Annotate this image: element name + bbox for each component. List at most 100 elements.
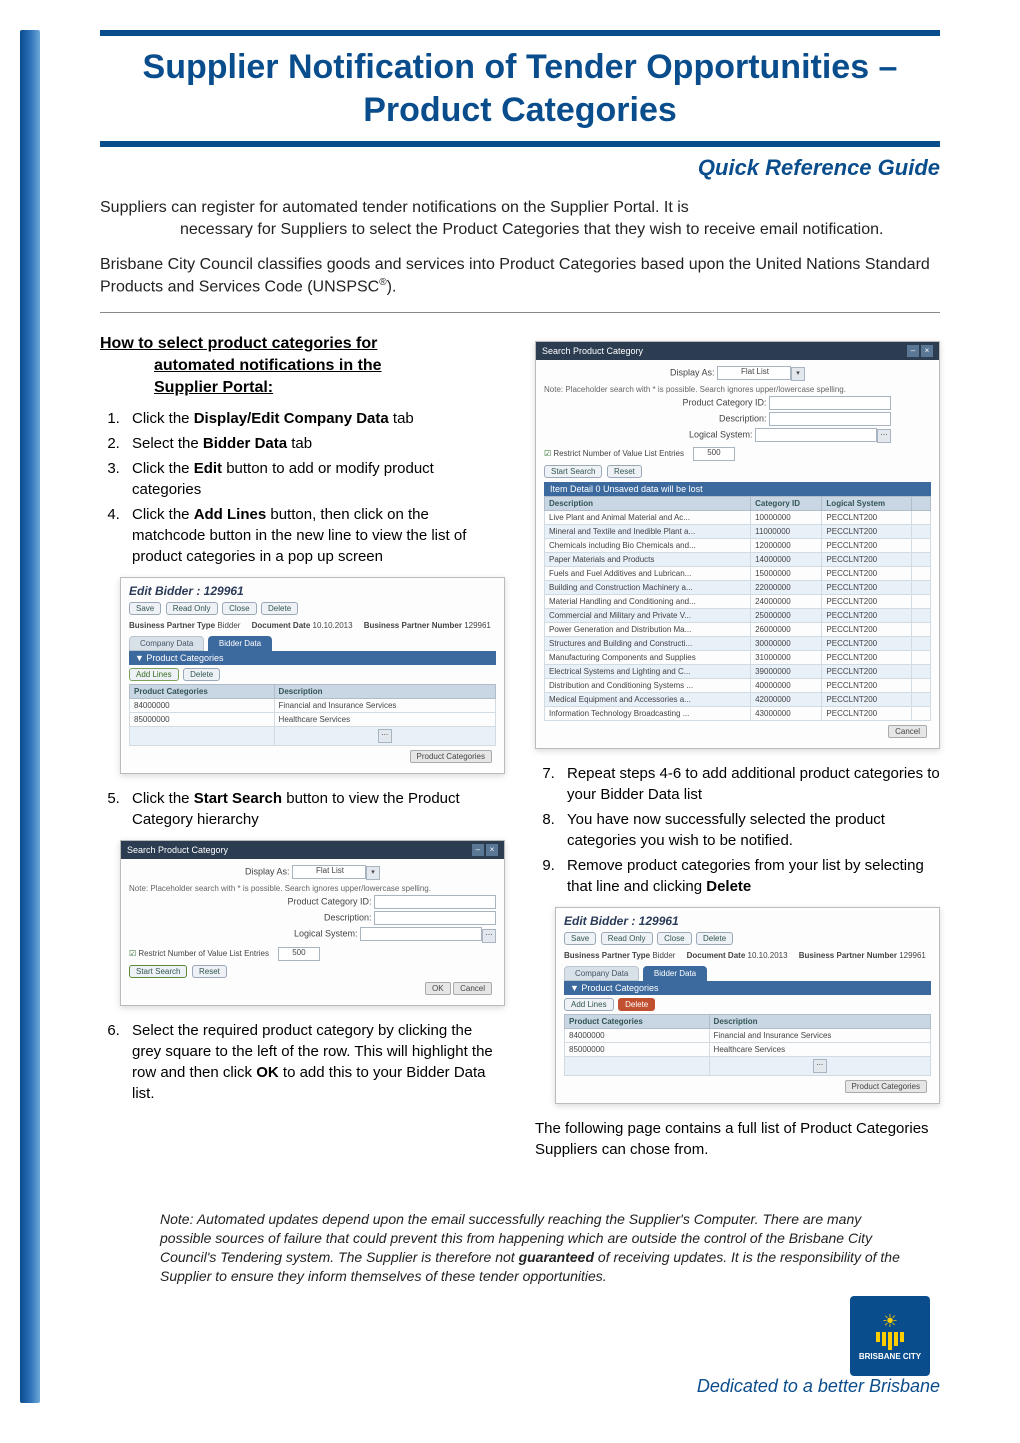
- step-2: Select the Bidder Data tab: [124, 433, 505, 454]
- restrict-count-input[interactable]: 500: [693, 447, 735, 461]
- table-row[interactable]: 85000000Healthcare Services: [565, 1043, 931, 1057]
- intro-paragraph-1: Suppliers can register for automated ten…: [100, 197, 940, 240]
- table-row[interactable]: Distribution and Conditioning Systems ..…: [545, 679, 931, 693]
- logo-text: BRISBANE CITY: [859, 1352, 921, 1361]
- steps-list-left: Click the Display/Edit Company Data tab S…: [100, 408, 505, 567]
- table-row[interactable]: Chemicals including Bio Chemicals and...…: [545, 539, 931, 553]
- lookup-icon[interactable]: ⋯: [877, 429, 891, 443]
- step-4: Click the Add Lines button, then click o…: [124, 504, 505, 567]
- product-categories-button[interactable]: Product Categories: [845, 1080, 927, 1093]
- following-page-note: The following page contains a full list …: [535, 1118, 940, 1160]
- search-dialog-title-2: Search Product Category: [542, 346, 643, 356]
- start-search-button[interactable]: Start Search: [129, 965, 187, 978]
- header-rule-mid: [100, 141, 940, 147]
- tab-company-data[interactable]: Company Data: [129, 636, 204, 651]
- screenshot-edit-bidder-2: Edit Bidder : 129961 Save Read Only Clos…: [555, 907, 940, 1104]
- close-icon[interactable]: ×: [921, 345, 933, 357]
- restrict-checkbox[interactable]: ☑: [129, 949, 136, 958]
- display-as-select[interactable]: Flat List: [292, 865, 366, 879]
- screenshot-edit-bidder-1: Edit Bidder : 129961 Save Read Only Clos…: [120, 577, 505, 774]
- tab-bidder-data[interactable]: Bidder Data: [208, 636, 272, 651]
- delete-button[interactable]: Delete: [696, 932, 733, 945]
- intro-paragraph-2: Brisbane City Council classifies goods a…: [100, 254, 940, 298]
- close-button[interactable]: Close: [657, 932, 691, 945]
- subtitle: Quick Reference Guide: [100, 155, 940, 181]
- description-input[interactable]: [769, 412, 891, 426]
- minimize-icon[interactable]: –: [472, 844, 484, 856]
- table-row[interactable]: Power Generation and Distribution Ma...2…: [545, 623, 931, 637]
- step-7: Repeat steps 4-6 to add additional produ…: [559, 763, 940, 805]
- table-row[interactable]: Manufacturing Components and Supplies310…: [545, 651, 931, 665]
- description-input[interactable]: [374, 911, 496, 925]
- item-detail-bar: Item Detail 0 Unsaved data will be lost: [544, 482, 931, 496]
- search-note: Note: Placeholder search with * is possi…: [544, 385, 931, 394]
- table-row[interactable]: 84000000Financial and Insurance Services: [130, 698, 496, 712]
- display-as-select[interactable]: Flat List: [717, 366, 791, 380]
- step-1: Click the Display/Edit Company Data tab: [124, 408, 505, 429]
- table-row[interactable]: Mineral and Textile and Inedible Plant a…: [545, 525, 931, 539]
- logical-system-input[interactable]: [755, 428, 877, 442]
- restrict-checkbox[interactable]: ☑: [544, 450, 551, 459]
- save-button[interactable]: Save: [129, 602, 161, 615]
- table-row[interactable]: Electrical Systems and Lighting and C...…: [545, 665, 931, 679]
- steps-list-right: Repeat steps 4-6 to add additional produ…: [535, 763, 940, 897]
- add-lines-button[interactable]: Add Lines: [564, 998, 614, 1011]
- screenshot-search-small: Search Product Category –× Display As: F…: [120, 840, 505, 1006]
- logical-system-input[interactable]: [360, 927, 482, 941]
- table-row[interactable]: Paper Materials and Products14000000PECC…: [545, 553, 931, 567]
- ok-button[interactable]: OK: [425, 982, 451, 995]
- divider: [100, 312, 940, 313]
- header-rule-top: [100, 30, 940, 36]
- delete-line-button[interactable]: Delete: [618, 998, 655, 1011]
- screenshot-search-results: Search Product Category –× Display As: F…: [535, 341, 940, 750]
- edit-bidder-title: Edit Bidder : 129961: [564, 914, 931, 928]
- step-9: Remove product categories from your list…: [559, 855, 940, 897]
- chevron-down-icon[interactable]: ▾: [366, 866, 380, 880]
- step-8: You have now successfully selected the p…: [559, 809, 940, 851]
- restrict-count-input[interactable]: 500: [278, 947, 320, 961]
- search-note: Note: Placeholder search with * is possi…: [129, 884, 496, 893]
- search-dialog-title: Search Product Category: [127, 845, 228, 855]
- table-row[interactable]: Building and Construction Machinery a...…: [545, 581, 931, 595]
- add-lines-button[interactable]: Add Lines: [129, 668, 179, 681]
- reset-button[interactable]: Reset: [607, 465, 642, 478]
- search-results-table: Description Category ID Logical System L…: [544, 496, 931, 721]
- step-5: Click the Start Search button to view th…: [124, 788, 505, 830]
- delete-line-button[interactable]: Delete: [183, 668, 220, 681]
- table-row[interactable]: Information Technology Broadcasting ...4…: [545, 707, 931, 721]
- lookup-icon[interactable]: ⋯: [482, 929, 496, 943]
- chevron-down-icon[interactable]: ▾: [791, 367, 805, 381]
- table-row[interactable]: 85000000Healthcare Services: [130, 712, 496, 726]
- save-button[interactable]: Save: [564, 932, 596, 945]
- disclaimer-note: Note: Automated updates depend upon the …: [160, 1210, 900, 1286]
- close-button[interactable]: Close: [222, 602, 256, 615]
- table-row[interactable]: Live Plant and Animal Material and Ac...…: [545, 511, 931, 525]
- page-title: Supplier Notification of Tender Opportun…: [100, 46, 940, 131]
- table-row[interactable]: 84000000Financial and Insurance Services: [565, 1029, 931, 1043]
- cancel-button[interactable]: Cancel: [888, 725, 927, 738]
- step-6: Select the required product category by …: [124, 1020, 505, 1104]
- product-categories-table: Product CategoriesDescription 84000000Fi…: [564, 1014, 931, 1076]
- product-category-id-input[interactable]: [769, 396, 891, 410]
- reset-button[interactable]: Reset: [192, 965, 227, 978]
- matchcode-icon[interactable]: ⋯: [378, 729, 392, 743]
- read-only-button[interactable]: Read Only: [166, 602, 218, 615]
- table-row[interactable]: Structures and Building and Constructi..…: [545, 637, 931, 651]
- product-categories-button[interactable]: Product Categories: [410, 750, 492, 763]
- delete-button[interactable]: Delete: [261, 602, 298, 615]
- tab-company-data[interactable]: Company Data: [564, 966, 639, 981]
- start-search-button[interactable]: Start Search: [544, 465, 602, 478]
- table-row[interactable]: Medical Equipment and Accessories a...42…: [545, 693, 931, 707]
- step-3: Click the Edit button to add or modify p…: [124, 458, 505, 500]
- product-category-id-input[interactable]: [374, 895, 496, 909]
- tab-bidder-data[interactable]: Bidder Data: [643, 966, 707, 981]
- product-categories-section: ▼ Product Categories: [129, 651, 496, 665]
- table-row[interactable]: Commercial and Military and Private V...…: [545, 609, 931, 623]
- table-row[interactable]: Material Handling and Conditioning and..…: [545, 595, 931, 609]
- read-only-button[interactable]: Read Only: [601, 932, 653, 945]
- table-row[interactable]: Fuels and Fuel Additives and Lubrican...…: [545, 567, 931, 581]
- matchcode-icon[interactable]: ⋯: [813, 1059, 827, 1073]
- cancel-button[interactable]: Cancel: [453, 982, 492, 995]
- minimize-icon[interactable]: –: [907, 345, 919, 357]
- close-icon[interactable]: ×: [486, 844, 498, 856]
